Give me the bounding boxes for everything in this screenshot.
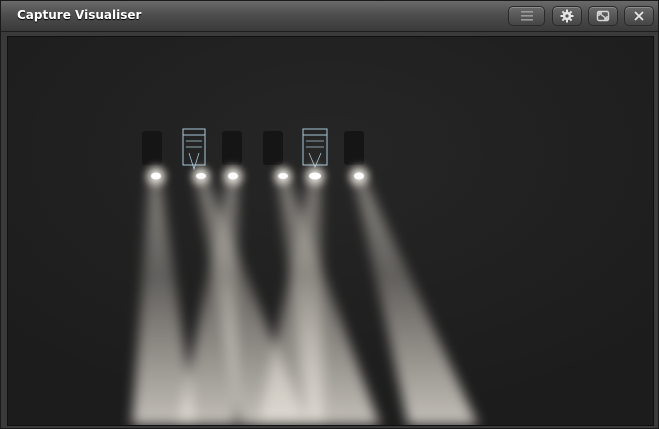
- settings-button[interactable]: [552, 6, 582, 26]
- lamp: [188, 163, 214, 189]
- hamburger-menu-icon: [520, 11, 533, 21]
- lamp: [142, 162, 170, 190]
- fixture-3[interactable]: [222, 131, 242, 165]
- lamp: [301, 162, 329, 190]
- gear-icon: [560, 9, 574, 23]
- stage-scene[interactable]: [8, 37, 653, 425]
- fixture-6[interactable]: [344, 131, 364, 165]
- resize-button[interactable]: [588, 6, 618, 26]
- fixture-1[interactable]: [142, 131, 162, 165]
- capture-visualiser-window: Capture Visualiser: [0, 0, 659, 429]
- lamp: [219, 162, 247, 190]
- close-button[interactable]: [624, 6, 654, 26]
- menu-button[interactable]: [508, 6, 545, 26]
- close-icon: [634, 11, 644, 21]
- title-bar[interactable]: Capture Visualiser: [1, 1, 658, 32]
- lamp: [345, 162, 373, 190]
- lamp: [270, 163, 296, 189]
- window-title: Capture Visualiser: [17, 8, 142, 22]
- fixture-4[interactable]: [263, 131, 283, 165]
- resize-icon: [596, 10, 610, 22]
- visualiser-viewport[interactable]: [7, 36, 654, 426]
